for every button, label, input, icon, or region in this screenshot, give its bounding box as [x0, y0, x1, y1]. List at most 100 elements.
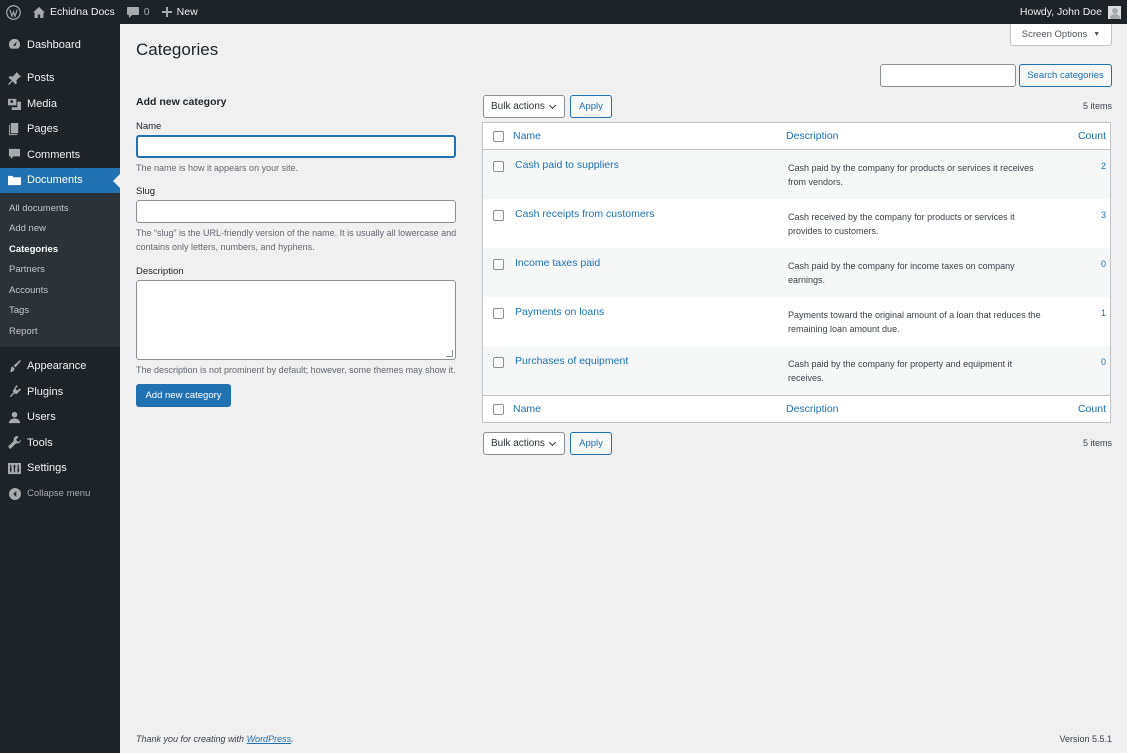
apply-button-bottom[interactable]: Apply	[570, 432, 612, 455]
bulk-actions-select-top[interactable]: Bulk actions	[483, 95, 565, 118]
search-categories-button[interactable]: Search categories	[1019, 64, 1112, 87]
dashboard-icon	[8, 38, 21, 51]
collapse-arrow-icon	[8, 487, 21, 500]
category-name-link[interactable]: Cash paid to suppliers	[513, 159, 786, 171]
menu-item-comments[interactable]: Comments	[0, 142, 120, 168]
slug-help-text: The “slug” is the URL-friendly version o…	[136, 228, 457, 252]
new-content-link[interactable]: New	[156, 0, 204, 24]
name-field[interactable]	[136, 135, 456, 158]
screen-options-label: Screen Options	[1021, 29, 1088, 40]
row-checkbox[interactable]	[493, 161, 504, 172]
category-name-link[interactable]: Purchases of equipment	[513, 355, 786, 367]
category-name-link[interactable]: Income taxes paid	[513, 257, 786, 269]
new-label: New	[176, 6, 198, 18]
comments-link[interactable]: 0	[121, 0, 156, 24]
row-checkbox[interactable]	[493, 210, 504, 221]
submenu-item-categories[interactable]: Categories	[0, 239, 120, 260]
apply-button-top[interactable]: Apply	[570, 95, 612, 118]
category-description: Cash paid by the company for income taxe…	[788, 261, 1015, 285]
category-description: Cash paid by the company for products or…	[788, 163, 1034, 187]
menu-item-label: Pages	[27, 123, 59, 136]
pages-icon	[8, 122, 21, 136]
bulk-actions-select-bottom[interactable]: Bulk actions	[483, 432, 565, 455]
menu-item-users[interactable]: Users	[0, 405, 120, 431]
menu-item-media[interactable]: Media	[0, 91, 120, 117]
screen-options-button[interactable]: Screen Options ▼	[1010, 24, 1112, 46]
table-row: Income taxes paid Cash paid by the compa…	[483, 248, 1110, 297]
column-header-description[interactable]: Description	[786, 130, 1056, 142]
column-footer-name[interactable]: Name	[513, 403, 786, 415]
documents-submenu: All documents Add new Categories Partner…	[0, 193, 120, 347]
table-row: Payments on loans Payments toward the or…	[483, 297, 1110, 346]
column-footer-description[interactable]: Description	[786, 403, 1056, 415]
footer-thanks-suffix: .	[291, 734, 294, 744]
page-title: Categories	[136, 40, 219, 59]
category-count-link[interactable]: 0	[1056, 355, 1106, 367]
menu-item-pages[interactable]: Pages	[0, 117, 120, 143]
add-category-form: Add new category Name The name is how it…	[136, 96, 458, 407]
avatar	[1108, 5, 1121, 19]
pin-icon	[8, 71, 21, 85]
chevron-down-icon	[548, 438, 556, 446]
home-icon	[33, 6, 45, 18]
slug-field[interactable]	[136, 200, 456, 223]
admin-sidebar: Dashboard Posts Media Pages Comments Doc…	[0, 24, 120, 753]
user-account-menu[interactable]: Howdy, John Doe	[1014, 0, 1127, 24]
menu-item-documents[interactable]: Documents	[0, 167, 120, 193]
media-icon	[8, 97, 21, 111]
search-input[interactable]	[880, 64, 1016, 87]
column-footer-count[interactable]: Count	[1056, 403, 1106, 415]
menu-item-tools[interactable]: Tools	[0, 430, 120, 456]
category-count-link[interactable]: 2	[1056, 159, 1106, 171]
column-header-count[interactable]: Count	[1056, 130, 1106, 142]
brush-icon	[8, 359, 21, 373]
main-content: Screen Options ▼ Categories Search categ…	[120, 24, 1127, 753]
submenu-item-tags[interactable]: Tags	[0, 301, 120, 322]
categories-table: Name Description Count Cash paid to supp…	[482, 122, 1111, 423]
column-header-name[interactable]: Name	[513, 130, 786, 142]
wordpress-logo-icon[interactable]	[0, 0, 27, 24]
wordpress-link[interactable]: WordPress	[247, 734, 292, 744]
items-count-bottom: 5 items	[1082, 438, 1112, 448]
menu-item-label: Users	[27, 411, 56, 424]
collapse-menu-button[interactable]: Collapse menu	[0, 481, 120, 507]
submenu-item-accounts[interactable]: Accounts	[0, 280, 120, 301]
category-name-link[interactable]: Cash receipts from customers	[513, 208, 786, 220]
bulk-actions-label: Bulk actions	[491, 101, 545, 112]
submenu-item-add-new[interactable]: Add new	[0, 219, 120, 240]
row-checkbox[interactable]	[493, 357, 504, 368]
menu-item-label: Media	[27, 97, 57, 110]
menu-item-posts[interactable]: Posts	[0, 66, 120, 92]
menu-item-label: Comments	[27, 148, 81, 161]
category-description: Cash paid by the company for property an…	[788, 359, 1013, 383]
category-count-link[interactable]: 1	[1056, 306, 1106, 318]
row-checkbox[interactable]	[493, 259, 504, 270]
select-all-checkbox[interactable]	[493, 130, 504, 142]
bulk-actions-label: Bulk actions	[491, 438, 545, 449]
category-name-link[interactable]: Payments on loans	[513, 306, 786, 318]
table-row: Cash paid to suppliers Cash paid by the …	[483, 150, 1110, 199]
menu-item-label: Settings	[27, 462, 67, 475]
wrench-icon	[8, 436, 21, 450]
menu-item-appearance[interactable]: Appearance	[0, 354, 120, 380]
category-count-link[interactable]: 0	[1056, 257, 1106, 269]
submenu-item-all-documents[interactable]: All documents	[0, 198, 120, 219]
description-label: Description	[136, 266, 184, 277]
menu-item-label: Posts	[27, 72, 55, 85]
menu-item-label: Plugins	[27, 385, 64, 398]
add-new-category-button[interactable]: Add new category	[136, 384, 231, 407]
category-count-link[interactable]: 3	[1056, 208, 1106, 220]
site-name-link[interactable]: Echidna Docs	[27, 0, 121, 24]
menu-item-settings[interactable]: Settings	[0, 456, 120, 482]
admin-bar: Echidna Docs 0 New Howdy, John Doe	[0, 0, 1127, 24]
menu-item-dashboard[interactable]: Dashboard	[0, 32, 120, 58]
menu-item-plugins[interactable]: Plugins	[0, 379, 120, 405]
submenu-item-partners[interactable]: Partners	[0, 260, 120, 281]
form-heading: Add new category	[136, 96, 227, 108]
description-textarea[interactable]	[136, 280, 456, 360]
table-row: Purchases of equipment Cash paid by the …	[483, 346, 1110, 395]
row-checkbox[interactable]	[493, 308, 504, 319]
footer-version: Version 5.5.1	[1059, 734, 1112, 744]
submenu-item-report[interactable]: Report	[0, 321, 120, 342]
select-all-checkbox-footer[interactable]	[493, 403, 504, 415]
